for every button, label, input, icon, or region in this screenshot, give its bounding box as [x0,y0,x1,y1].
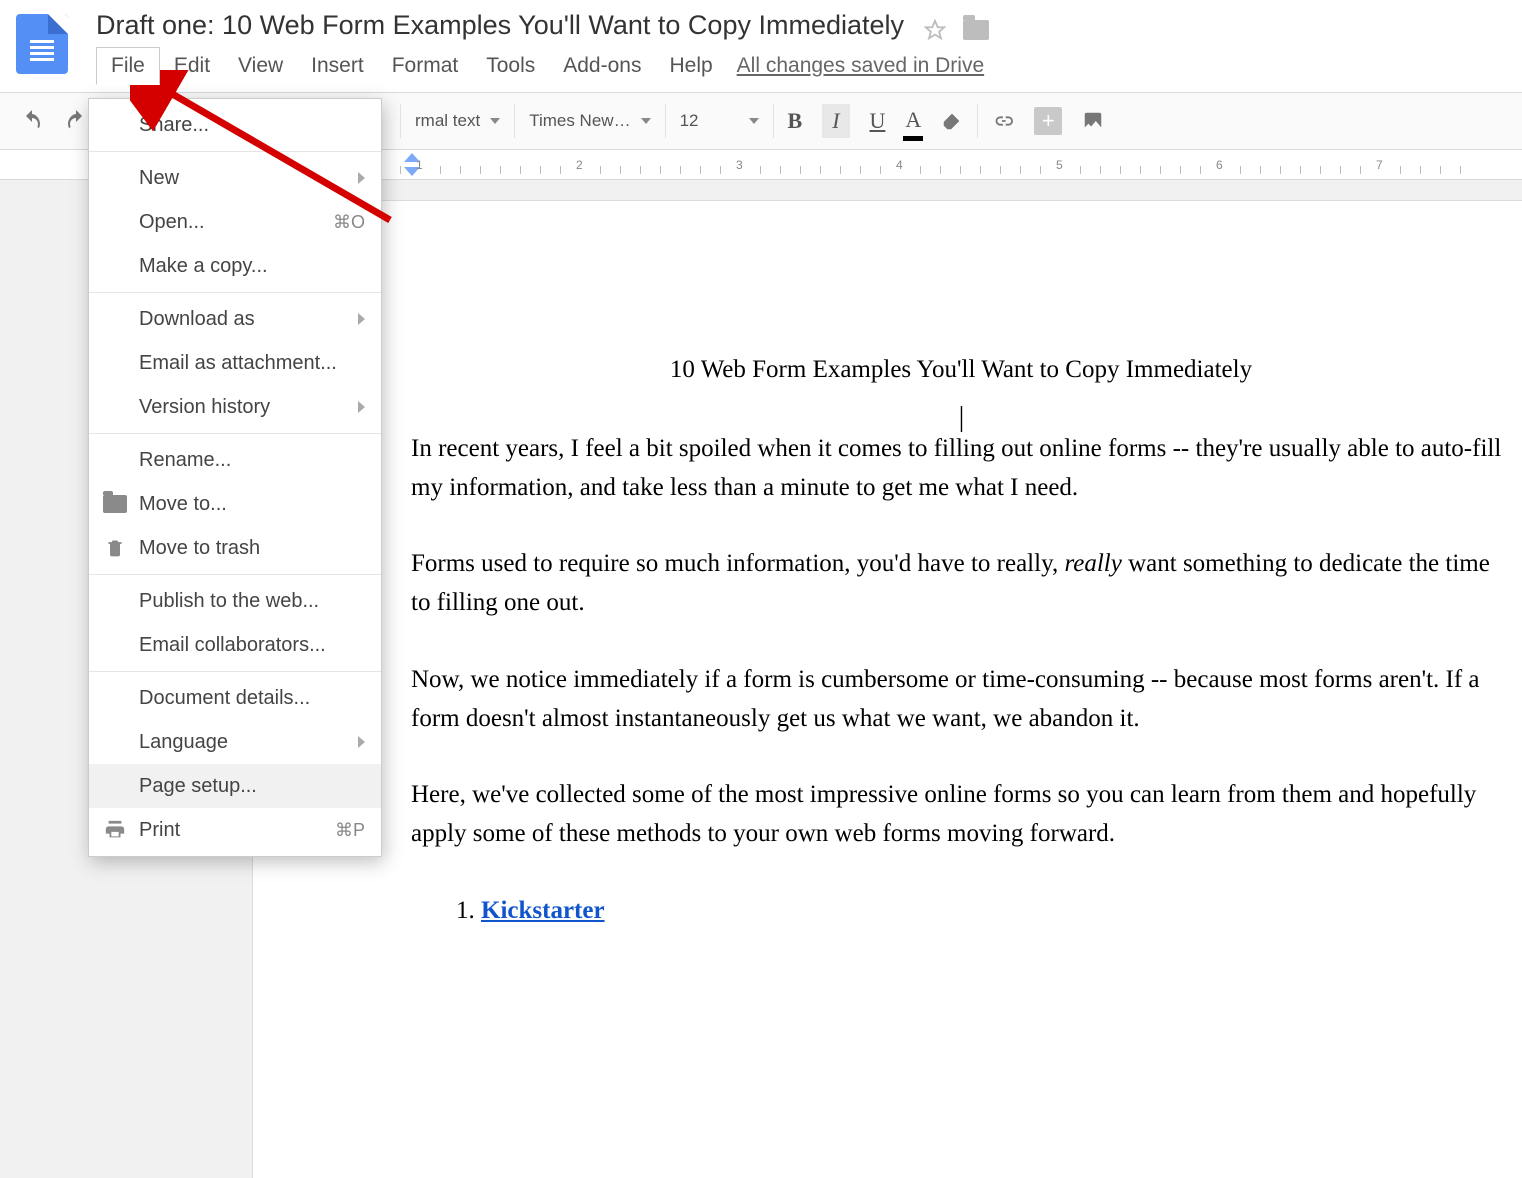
menu-item-email-collaborators[interactable]: Email collaborators... [89,623,381,667]
insert-image-button[interactable] [1072,104,1120,138]
underline-button[interactable]: U [860,102,896,140]
menubar: File Edit View Insert Format Tools Add-o… [96,47,1522,92]
menu-insert[interactable]: Insert [297,48,378,84]
menu-item-open[interactable]: Open...⌘O [89,200,381,244]
printer-icon [103,819,127,841]
italic-button[interactable]: I [812,98,859,144]
menu-item-email-attachment[interactable]: Email as attachment... [89,341,381,385]
doc-paragraph: Forms used to require so much informatio… [411,545,1511,623]
font-select[interactable]: Times New… [519,111,660,131]
menu-addons[interactable]: Add-ons [549,48,655,84]
menu-item-page-setup[interactable]: Page setup... [89,764,381,808]
doc-header: Draft one: 10 Web Form Examples You'll W… [0,0,1522,92]
highlight-button[interactable] [931,104,973,138]
chevron-right-icon [358,401,365,413]
docs-logo-icon[interactable] [16,14,68,74]
star-icon[interactable] [924,19,946,41]
doc-list-item: Kickstarter [481,892,1511,931]
paragraph-style-select[interactable]: rmal text [405,111,510,131]
doc-title[interactable]: Draft one: 10 Web Form Examples You'll W… [96,8,904,47]
menu-item-document-details[interactable]: Document details... [89,676,381,720]
font-size-select[interactable]: 12 [670,111,769,131]
menu-view[interactable]: View [224,48,297,84]
bold-button[interactable]: B [778,102,813,140]
menu-edit[interactable]: Edit [160,48,224,84]
folder-icon [103,495,127,513]
doc-paragraph: In recent years, I feel a bit spoiled wh… [411,430,1511,508]
document-page[interactable]: 10 Web Form Examples You'll Want to Copy… [252,200,1522,1178]
undo-button[interactable] [10,103,54,139]
menu-item-download-as[interactable]: Download as [89,297,381,341]
menu-item-new[interactable]: New [89,156,381,200]
menu-item-print[interactable]: Print⌘P [89,808,381,852]
menu-help[interactable]: Help [655,48,726,84]
chevron-right-icon [358,313,365,325]
chevron-right-icon [358,736,365,748]
menu-item-make-copy[interactable]: Make a copy... [89,244,381,288]
menu-item-publish-web[interactable]: Publish to the web... [89,579,381,623]
menu-item-language[interactable]: Language [89,720,381,764]
menu-format[interactable]: Format [378,48,473,84]
insert-link-button[interactable] [982,104,1024,138]
file-dropdown-menu: Share... New Open...⌘O Make a copy... Do… [88,98,382,857]
text-color-button[interactable]: A [895,101,931,141]
text-cursor: | [411,396,1511,430]
save-status[interactable]: All changes saved in Drive [737,54,984,78]
kickstarter-link[interactable]: Kickstarter [481,897,605,924]
menu-tools[interactable]: Tools [472,48,549,84]
add-comment-button[interactable]: + [1024,101,1072,141]
menu-file[interactable]: File [96,47,160,85]
doc-paragraph: Now, we notice immediately if a form is … [411,661,1511,739]
chevron-right-icon [358,172,365,184]
menu-item-rename[interactable]: Rename... [89,438,381,482]
menu-item-move-to[interactable]: Move to... [89,482,381,526]
trash-icon [103,537,127,559]
menu-item-version-history[interactable]: Version history [89,385,381,429]
move-folder-icon[interactable] [963,20,989,40]
doc-heading: 10 Web Form Examples You'll Want to Copy… [411,351,1511,390]
menu-item-move-to-trash[interactable]: Move to trash [89,526,381,570]
doc-paragraph: Here, we've collected some of the most i… [411,776,1511,854]
menu-item-share[interactable]: Share... [89,103,381,147]
